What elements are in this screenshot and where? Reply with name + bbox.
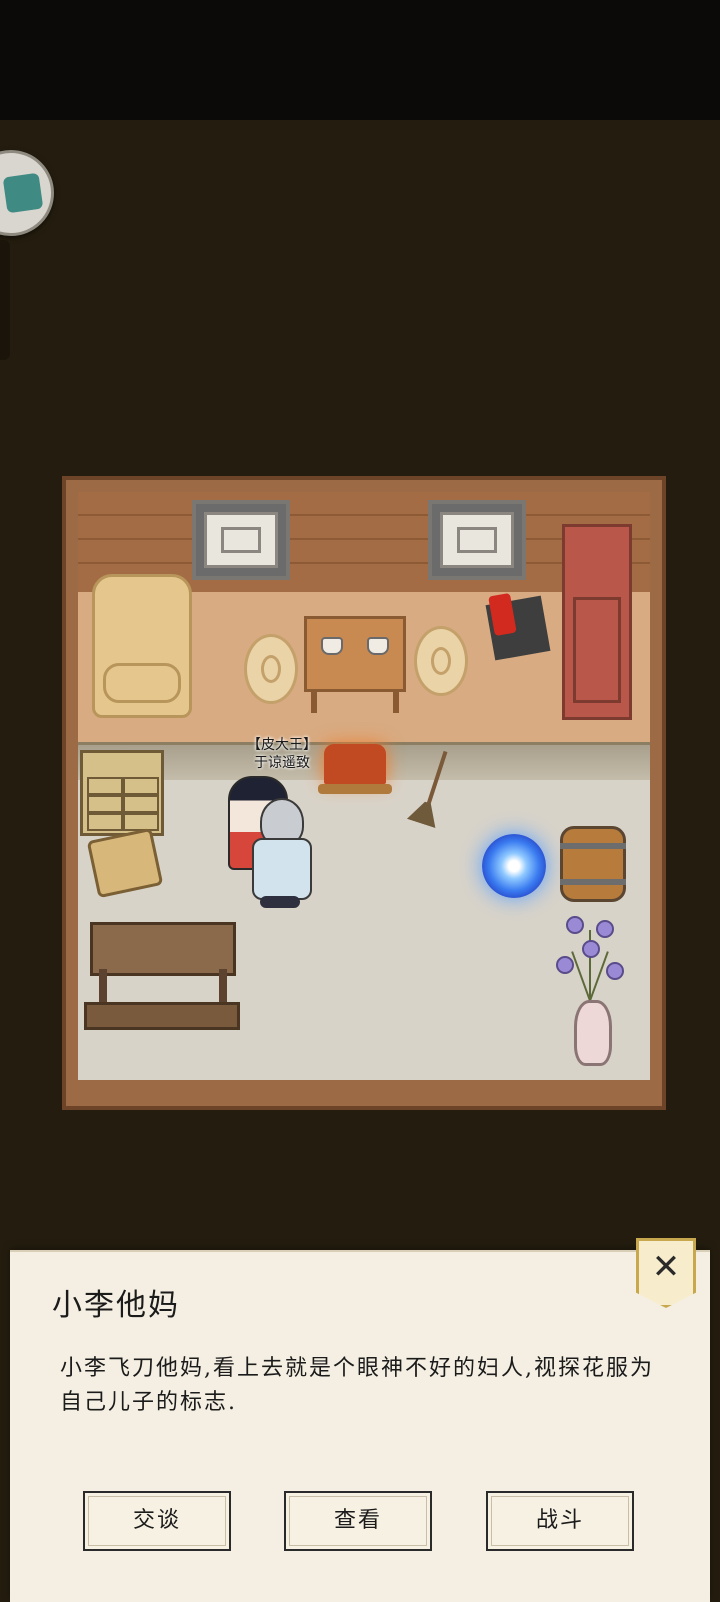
window-left — [192, 500, 290, 580]
tea-cup — [367, 637, 389, 655]
bedroll[interactable] — [92, 574, 192, 718]
top-status-bar — [0, 0, 720, 120]
close-icon: ✕ — [651, 1247, 681, 1287]
dialog-title: 小李他妈 — [52, 1288, 180, 1323]
inspect-button[interactable]: 查看 — [284, 1491, 432, 1551]
fight-button[interactable]: 战斗 — [486, 1491, 634, 1551]
talk-button[interactable]: 交谈 — [83, 1491, 231, 1551]
drawer-chest[interactable] — [80, 750, 164, 836]
npc-nameplate: 【皮大王】 于谅遥致 — [232, 736, 332, 772]
tea-table[interactable] — [304, 616, 406, 713]
room-scene[interactable]: 【皮大王】 于谅遥致 — [62, 476, 666, 1110]
player-character — [248, 798, 312, 914]
wooden-bench[interactable] — [84, 1002, 240, 1030]
cushion-right — [414, 626, 468, 696]
gift-box[interactable] — [485, 595, 551, 661]
npc-title: 【皮大王】 — [247, 737, 317, 753]
cushion-left — [244, 634, 298, 704]
floating-app-widget[interactable] — [0, 150, 54, 236]
npc-name: 于谅遥致 — [254, 755, 310, 771]
wooden-barrel[interactable] — [560, 826, 626, 902]
wooden-desk[interactable] — [90, 922, 236, 1029]
window-right — [428, 500, 526, 580]
app-badge-icon — [2, 172, 44, 214]
flower-vase[interactable] — [574, 1000, 612, 1066]
fire-stove[interactable] — [318, 744, 392, 794]
tea-cup — [321, 637, 343, 655]
red-cabinet[interactable] — [562, 524, 632, 720]
dialog-description: 小李飞刀他妈,看上去就是个眼神不好的妇人,视探花服为自己儿子的标志. — [60, 1356, 654, 1415]
portal-icon[interactable] — [482, 834, 546, 898]
side-handle[interactable] — [0, 240, 10, 360]
